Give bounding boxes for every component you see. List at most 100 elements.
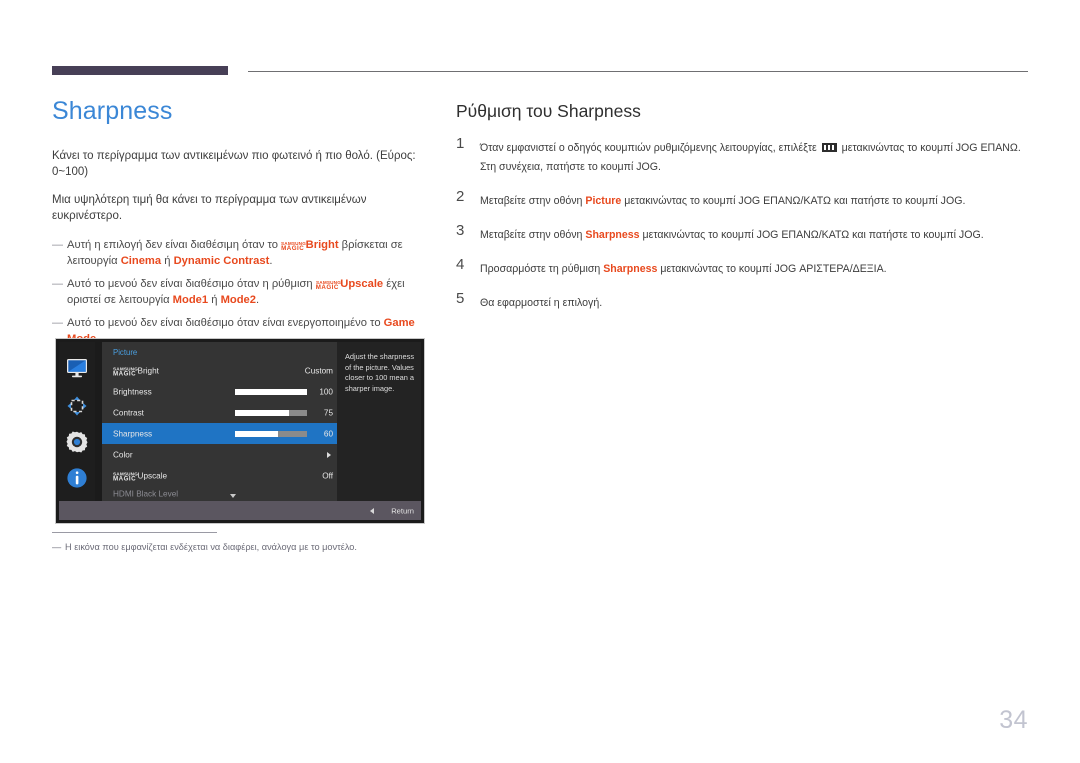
footnote-body: Η εικόνα που εμφανίζεται ενδέχεται να δι…	[65, 542, 357, 552]
samsung-magic-logo: SAMSUNG MAGIC	[113, 471, 138, 482]
osd-footer-bar: Return	[59, 501, 421, 520]
step-item: 4 Προσαρμόστε τη ρύθμιση Sharpness μετακ…	[456, 256, 1028, 278]
step-text: Μεταβείτε στην οθόνη Picture μετακινώντα…	[480, 195, 965, 207]
osd-menu-title: Picture	[113, 348, 138, 357]
chevron-down-icon[interactable]	[230, 494, 236, 498]
monitor-icon	[65, 356, 89, 380]
osd-row-label: Contrast	[113, 408, 144, 417]
step-number: 1	[456, 135, 465, 152]
logo-line-samsung: SAMSUNG	[113, 471, 139, 476]
step-text-segment: Μεταβείτε στην οθόνη	[480, 229, 586, 241]
osd-row-value: Custom	[304, 366, 333, 375]
note-highlight: Bright	[305, 239, 339, 251]
step-text-segment: Μεταβείτε στην οθόνη	[480, 195, 586, 207]
note-text-segment: ή	[161, 255, 174, 267]
slider-fill	[235, 388, 307, 395]
samsung-magic-logo: SAMSUNG MAGIC	[281, 241, 306, 252]
step-text-segment: μετακινώντας το κουμπί JOG ΕΠΑΝΩ/ΚΑΤΩ κα…	[621, 195, 966, 207]
step-text: Μεταβείτε στην οθόνη Sharpness μετακινών…	[480, 229, 984, 241]
step-highlight: Sharpness	[585, 229, 640, 241]
step-highlight: Sharpness	[603, 263, 658, 275]
header-rules	[52, 66, 1028, 78]
note-text-segment: .	[256, 294, 260, 306]
osd-row-magicbright[interactable]: SAMSUNG MAGIC Bright Custom	[102, 360, 342, 381]
step-number: 3	[456, 222, 465, 239]
logo-line-magic: MAGIC	[281, 245, 305, 252]
note-highlight: Cinema	[120, 255, 162, 267]
logo-line-samsung: SAMSUNG	[113, 366, 139, 371]
header-divider-line	[248, 71, 1028, 72]
logo-line-samsung: SAMSUNG	[315, 280, 341, 285]
onscreen-display-icon	[65, 394, 89, 418]
note-item: ― Αυτό το μενού δεν είναι διαθέσιμο όταν…	[52, 276, 430, 308]
osd-row-label: Color	[113, 450, 133, 459]
note-dash: ―	[52, 239, 63, 251]
page-number: 34	[999, 706, 1028, 734]
footnote-section: ― Η εικόνα που εμφανίζεται ενδέχεται να …	[52, 532, 432, 554]
step-number: 4	[456, 256, 465, 273]
chevron-right-icon	[327, 451, 331, 458]
info-icon	[65, 466, 89, 490]
osd-menu-list: Picture SAMSUNG MAGIC Bright Custom Bright…	[102, 342, 342, 502]
note-text-segment: Αυτό το μενού δεν είναι διαθέσιμο όταν ε…	[67, 317, 384, 329]
step-text-segment: μετακινώντας το κουμπί JOG ΑΡΙΣΤΕΡΑ/ΔΕΞΙ…	[657, 263, 887, 275]
steps-list: 1 Όταν εμφανιστεί ο οδηγός κουμπιών ρυθμ…	[456, 135, 1028, 312]
right-column: Ρύθμιση του Sharpness 1 Όταν εμφανιστεί …	[456, 100, 1028, 327]
note-highlight: Mode2	[220, 294, 256, 306]
osd-row-label: SAMSUNG MAGIC Upscale	[113, 470, 168, 482]
osd-row-label-text: Bright	[137, 366, 159, 375]
step-item: 5 Θα εφαρμοστεί η επιλογή.	[456, 290, 1028, 312]
step-text-segment: Προσαρμόστε τη ρύθμιση	[480, 263, 604, 275]
osd-row-sharpness[interactable]: Sharpness 60	[102, 423, 342, 444]
step-item: 3 Μεταβείτε στην οθόνη Sharpness μετακιν…	[456, 222, 1028, 244]
sharpness-slider[interactable]	[235, 430, 307, 437]
logo-line-magic: MAGIC	[315, 284, 339, 291]
logo-line-magic: MAGIC	[113, 475, 137, 482]
note-highlight: Mode1	[172, 294, 209, 306]
logo-line-samsung: SAMSUNG	[281, 241, 307, 246]
step-text: Όταν εμφανιστεί ο οδηγός κουμπιών ρυθμιζ…	[480, 142, 1021, 173]
left-column: Sharpness Κάνει το περίγραμμα των αντικε…	[52, 96, 430, 354]
slider-fill	[235, 409, 289, 416]
osd-row-value: 75	[323, 408, 333, 417]
osd-row-label: SAMSUNG MAGIC Bright	[113, 365, 159, 377]
contrast-slider[interactable]	[235, 409, 307, 416]
brightness-slider[interactable]	[235, 388, 307, 395]
step-item: 1 Όταν εμφανιστεί ο οδηγός κουμπιών ρυθμ…	[456, 135, 1028, 176]
note-highlight: Dynamic Contrast	[173, 255, 270, 267]
osd-row-value: 60	[323, 429, 333, 438]
osd-panel: Picture SAMSUNG MAGIC Bright Custom Bright…	[102, 342, 421, 502]
step-number: 5	[456, 290, 465, 307]
osd-row-label: Sharpness	[113, 429, 153, 438]
note-dash: ―	[52, 317, 63, 329]
note-text-segment: Αυτή η επιλογή δεν είναι διαθέσιμη όταν …	[67, 239, 282, 251]
jog-menu-icon	[821, 143, 837, 152]
back-arrow-icon[interactable]	[370, 507, 374, 514]
footnote-dash: ―	[52, 542, 62, 552]
osd-menu-screenshot: Picture SAMSUNG MAGIC Bright Custom Bright…	[55, 338, 425, 524]
slider-fill	[235, 430, 279, 437]
step-text-segment: μετακινώντας το κουμπί JOG ΕΠΑΝΩ/ΚΑΤΩ κα…	[639, 229, 984, 241]
osd-icon-sidebar	[59, 342, 95, 502]
header-accent-bar	[52, 66, 228, 75]
step-item: 2 Μεταβείτε στην οθόνη Picture μετακινών…	[456, 188, 1028, 210]
osd-row-label-text: Upscale	[137, 471, 168, 480]
osd-row-contrast[interactable]: Contrast 75	[102, 402, 342, 423]
gear-icon	[65, 430, 89, 454]
osd-row-brightness[interactable]: Brightness 100	[102, 381, 342, 402]
step-number: 2	[456, 188, 465, 205]
step-text-segment: Όταν εμφανιστεί ο οδηγός κουμπιών ρυθμιζ…	[480, 142, 820, 154]
note-text-segment: Αυτό το μενού δεν είναι διαθέσιμο όταν η…	[67, 278, 316, 290]
samsung-magic-logo: SAMSUNG MAGIC	[316, 280, 341, 291]
logo-line-magic: MAGIC	[113, 370, 137, 377]
footnote-text: ― Η εικόνα που εμφανίζεται ενδέχεται να …	[52, 541, 432, 554]
osd-row-label: Brightness	[113, 387, 152, 396]
osd-row-value: Off	[322, 471, 333, 480]
step-text-segment: Θα εφαρμοστεί η επιλογή.	[480, 297, 603, 309]
osd-description-panel: Adjust the sharpness of the picture. Val…	[337, 342, 421, 502]
section-title: Ρύθμιση του Sharpness	[456, 101, 641, 121]
note-item: ― Αυτή η επιλογή δεν είναι διαθέσιμη ότα…	[52, 237, 430, 269]
osd-row-color[interactable]: Color	[102, 444, 342, 465]
osd-return-label[interactable]: Return	[391, 506, 414, 515]
osd-row-label: HDMI Black Level	[113, 489, 179, 498]
